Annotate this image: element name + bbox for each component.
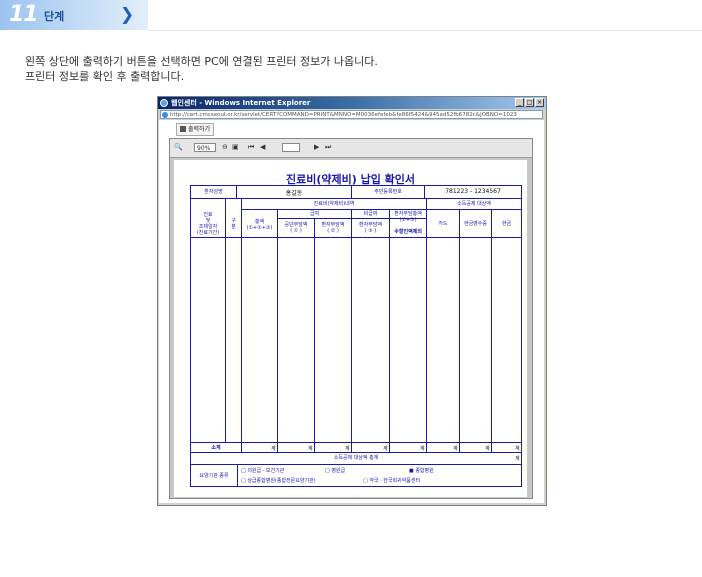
- resident-no: 781223 - 1234567: [445, 188, 501, 195]
- first-page-icon[interactable]: ⏮: [248, 143, 254, 152]
- unit-copay: 계: [345, 446, 350, 452]
- unit-uncovered: 계: [383, 446, 388, 452]
- unit-card: 계: [453, 446, 458, 452]
- tax-total-label: 소득공제 대상액 총계: [333, 455, 379, 461]
- unit-cash-receipt: 계: [485, 446, 490, 452]
- browser-titlebar: 웹인센터 - Windows Internet Explorer _ □ ×: [158, 97, 546, 109]
- maximize-button[interactable]: □: [525, 98, 534, 107]
- institution-label: 요양기관 종류: [199, 473, 229, 479]
- inst-option-pharmacy: □ 약국 · 한국희귀약품센터: [363, 478, 421, 484]
- address-url: http://cert.cmcseoul.or.kr/servlet/CERT?…: [170, 112, 517, 118]
- minimize-button[interactable]: _: [515, 98, 524, 107]
- tax-header: 소득공제 대상액: [457, 201, 491, 207]
- report-page: 진료비(약제비) 납입 확인서 환자성명 홍길동 주민등록번호 781223 -…: [174, 160, 527, 497]
- page-number-input[interactable]: [282, 143, 300, 152]
- step-number: 11: [9, 2, 39, 27]
- zoom-icon[interactable]: 🔍: [174, 143, 183, 151]
- category-label: 구 분: [231, 218, 236, 230]
- report-viewer: 🔍 90% ⊖ ▣ ⏮ ◀ ▶ ⏭ 진료비(약제비) 납입 확인서 환자성명 홍…: [169, 138, 533, 499]
- cash-receipt-label: 현금영수증: [463, 221, 487, 227]
- description-line-1: 왼쪽 상단에 출력하기 버튼을 선택하면 PC에 연결된 프린터 정보가 나옵니…: [25, 55, 378, 68]
- print-button[interactable]: 출력하기: [176, 123, 215, 136]
- card-label: 카드: [438, 221, 448, 227]
- patient-total-label: 환자부담총액 (②+③): [394, 211, 422, 223]
- covered-header: 급여: [309, 211, 320, 217]
- fit-page-icon[interactable]: ▣: [232, 143, 239, 151]
- unit-insurer: 계: [308, 446, 313, 452]
- next-page-icon[interactable]: ▶: [314, 143, 319, 151]
- uncovered-patient-label: 환자부담액 ( ③ ): [358, 222, 382, 234]
- inst-option-tertiary: □ 상급종합병원(종합전문요양기관): [241, 478, 316, 484]
- unit-total: 계: [271, 446, 276, 452]
- zoom-select[interactable]: 90%: [194, 143, 216, 152]
- prev-page-icon[interactable]: ◀: [260, 143, 265, 151]
- close-button[interactable]: ×: [535, 98, 544, 107]
- inst-option-clinic: □ 의원급 · 보건기관: [241, 468, 285, 474]
- browser-content: 출력하기 🔍 90% ⊖ ▣ ⏮ ◀ ▶ ⏭ 진료비(약제비) 납입 확인서 환…: [159, 120, 544, 503]
- chevron-right-icon: ❯: [120, 5, 135, 25]
- uncovered-header: 비급여: [363, 211, 378, 217]
- patient-copay-label: 환자부담액 ( ② ): [321, 222, 345, 234]
- browser-title: 웹인센터 - Windows Internet Explorer: [171, 99, 311, 107]
- address-bar[interactable]: http://cert.cmcseoul.or.kr/servlet/CERT?…: [160, 110, 543, 119]
- browser-window: 웹인센터 - Windows Internet Explorer _ □ × h…: [157, 96, 547, 506]
- print-button-label: 출력하기: [188, 126, 211, 133]
- unit-cash: 계: [515, 446, 520, 452]
- discount-label: ※할인액제외: [394, 229, 422, 235]
- page-icon: [162, 112, 168, 118]
- last-page-icon[interactable]: ⏭: [325, 143, 331, 152]
- step-label: 단계: [44, 10, 65, 23]
- subtotal-label: 소계: [211, 445, 221, 451]
- unit-patient-total: 계: [420, 446, 425, 452]
- patient-name-label: 환자성명: [204, 189, 223, 195]
- inst-option-hospital: □ 병원급: [325, 468, 346, 474]
- divider: [148, 30, 702, 31]
- zoom-out-icon[interactable]: ⊖: [222, 143, 228, 151]
- cash-label: 현금: [501, 221, 512, 227]
- patient-name: 홍길동: [285, 190, 303, 197]
- insurer-label: 공단부담액 ( ① ): [284, 222, 308, 234]
- receipt-form: 환자성명 홍길동 주민등록번호 781223 - 1234567 진료 및 조제…: [190, 185, 522, 487]
- detail-header: 진료비(약제비)내역: [313, 201, 355, 207]
- treatment-period-label: 진료 및 조제일자 (진료기간): [196, 212, 220, 236]
- resident-no-label: 주민등록번호: [374, 189, 402, 195]
- inst-option-general: ■ 종합병원: [409, 468, 434, 474]
- viewer-toolbar: 🔍 90% ⊖ ▣ ⏮ ◀ ▶ ⏭: [170, 139, 532, 158]
- step-banner: 11 단계 ❯: [0, 0, 148, 30]
- unit-tax-total: 계: [515, 456, 520, 462]
- printer-icon: [180, 126, 186, 132]
- step-description: 왼쪽 상단에 출력하기 버튼을 선택하면 PC에 연결된 프린터 정보가 나옵니…: [25, 54, 378, 84]
- ie-icon: [160, 99, 168, 107]
- total-label: 총액 (①+②+③): [246, 219, 273, 231]
- description-line-2: 프린터 정보를 확인 후 출력합니다.: [25, 70, 185, 83]
